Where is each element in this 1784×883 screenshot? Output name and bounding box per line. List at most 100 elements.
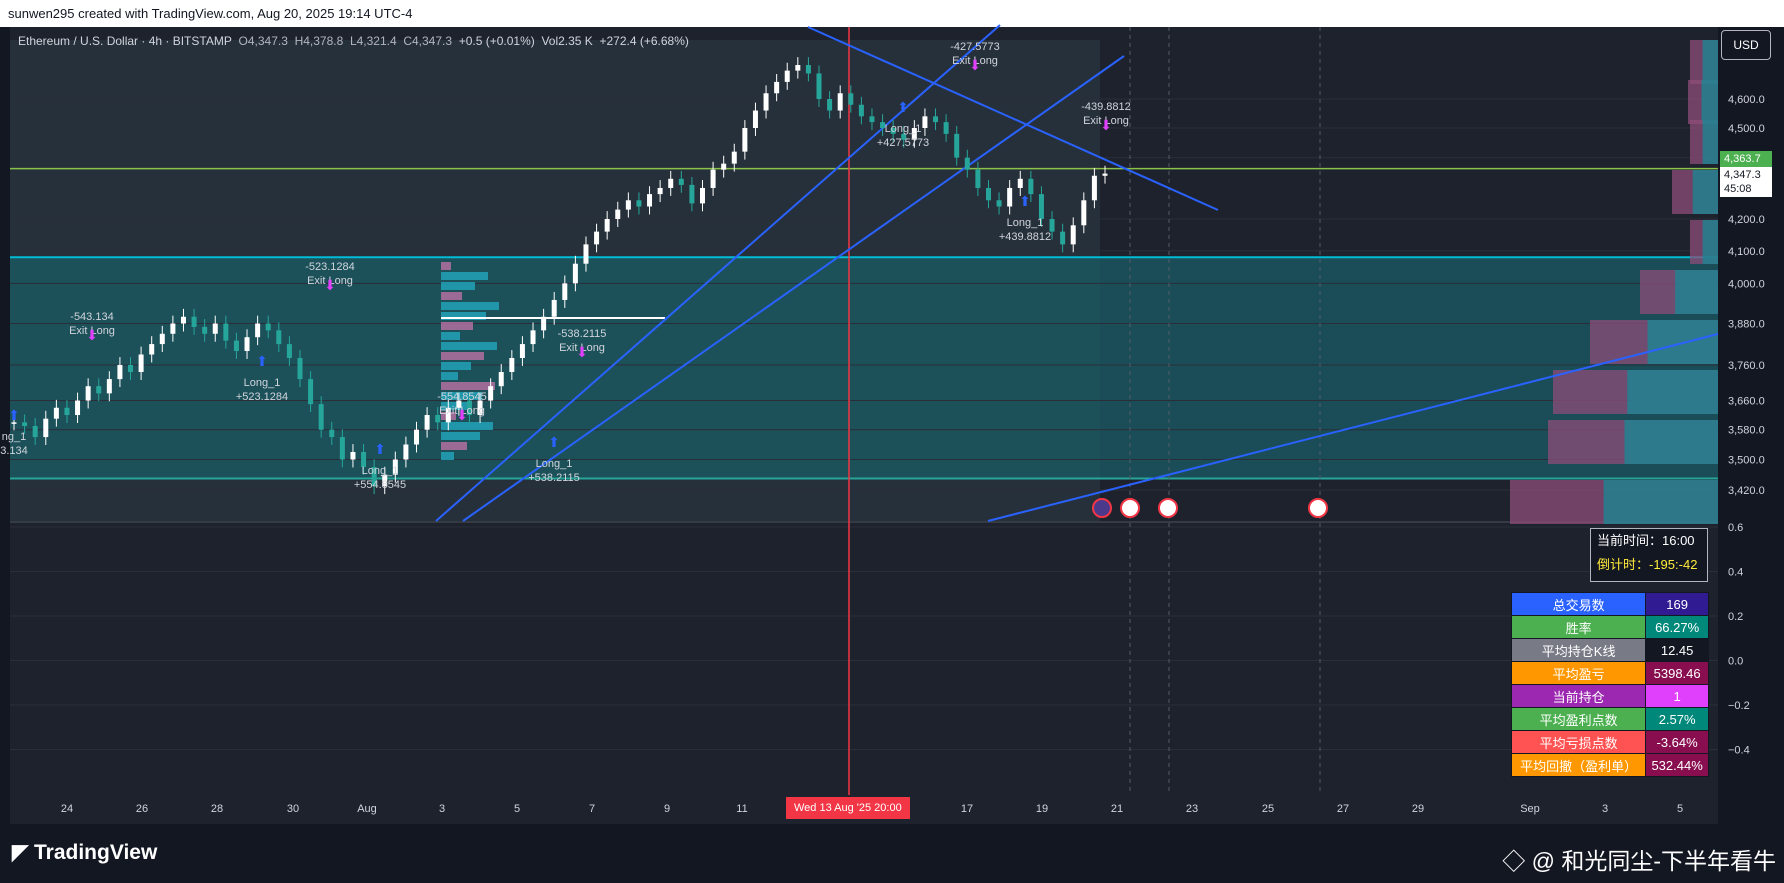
candle-body [964,157,970,170]
volume-profile-bar [1702,120,1718,164]
candle-body [350,451,356,460]
candle-body [975,169,981,188]
trade-annotation: -538.2115 [558,328,607,340]
session-volume-bar [441,442,467,450]
candle-body [615,209,621,220]
candle-body [339,437,345,460]
countdown-tag: 45:08 [1720,181,1772,197]
y-tick-label: 4,000.0 [1728,278,1765,290]
stats-row: 胜率 66.27% [1510,615,1709,639]
candle-body [424,415,430,430]
us-flag-event-icon [1158,498,1178,518]
candle-body [1017,178,1023,188]
volume-profile-bar [1702,40,1718,84]
x-tick-label: 21 [1111,803,1123,815]
stats-row: 当前持仓 1 [1510,684,1709,708]
candle-body [117,364,123,380]
candle-body [170,323,176,334]
candle-body [191,316,197,327]
trade-annotation: -543.134 [70,311,113,323]
stats-value: -3.64% [1645,730,1709,754]
session-volume-bar [441,282,475,290]
low-value: L4,321.4 [349,34,397,48]
trade-annotation: Long_1 [1007,217,1044,229]
ohlc-legend: Ethereum / U.S. Dollar · 4h · BITSTAMP O… [18,34,689,48]
candle-body [32,426,38,438]
watermark: ◇ @ 和光同尘-下半年看牛 [1502,842,1776,876]
stats-value: 12.45 [1645,638,1709,662]
candle-body [858,104,864,117]
candle-body [1102,173,1108,176]
volume-value: Vol2.35 K [541,34,593,48]
x-tick-label: 5 [514,803,520,815]
x-tick-label: 28 [211,803,223,815]
candle-body [276,330,282,345]
candle-body [96,386,102,394]
candle-body [43,418,49,438]
symbol-label[interactable]: Ethereum / U.S. Dollar · 4h · BITSTAMP [18,34,232,48]
y-tick-label: 3,500.0 [1728,454,1765,466]
candle-body [933,116,939,123]
candle-body [710,169,716,188]
countdown-label: 倒计时：-195:-42 [1597,557,1698,572]
diamond-icon: ◇ [1502,848,1526,874]
trade-annotation: Long_1 [885,123,922,135]
volume-profile-bar [1675,270,1718,314]
trade-annotation: Long_1 [244,377,281,389]
candle-body [519,344,525,358]
trade-annotation: -523.1284 [305,261,355,273]
candle-body [128,364,134,373]
indicator-tick-label: 0.0 [1728,656,1743,668]
candle-body [149,344,155,355]
x-tick-label: Sep [1520,803,1540,815]
candle-body [244,337,250,352]
trade-annotation: -427.5773 [950,41,1000,53]
y-tick-label: 4,500.0 [1728,123,1765,135]
stats-label: 平均回撤（盈利单） [1510,753,1647,777]
change-value: +0.5 (+0.01%) [458,34,535,48]
stats-label: 平均持仓K线 [1510,638,1647,662]
open-value: O4,347.3 [238,34,288,48]
y-tick-label: 4,200.0 [1728,214,1765,226]
trade-annotation: -439.8812 [1081,101,1131,113]
candle-body [212,323,218,334]
candle-body [297,357,303,380]
lightning-event-icon [1092,498,1112,518]
candle-body [318,404,324,430]
candle-body [572,263,578,284]
session-volume-bar [441,342,497,350]
us-flag-event-icon [1308,498,1328,518]
trade-annotation: +439.8812 [999,231,1051,243]
tradingview-logo-icon: ◤ [12,841,29,864]
tradingview-logo[interactable]: ◤ TradingView [12,840,157,865]
stats-value: 169 [1645,592,1709,616]
long-arrow-icon: ⬆ [8,408,20,424]
candle-body [1028,178,1034,195]
candle-body [1060,231,1066,245]
exit-arrow-icon: ⬇ [456,408,468,424]
trade-annotation: +523.1284 [236,391,288,403]
green-price-tag: 4,363.7 [1720,151,1772,167]
currency-button[interactable]: USD [1721,30,1771,60]
candle-body [562,283,568,300]
candle-body [869,116,875,123]
session-volume-bar [441,322,473,330]
candle-body [1081,200,1087,226]
indicator-tick-label: 0.2 [1728,611,1743,623]
trade-annotation: +427.5773 [877,137,929,149]
candle-body [255,323,261,338]
stats-value: 2.57% [1645,707,1709,731]
x-tick-label: 3 [1602,803,1608,815]
y-tick-label: 3,880.0 [1728,319,1765,331]
us-flag-event-icon [1120,498,1140,518]
stats-value: 5398.46 [1645,661,1709,685]
x-tick-label: 30 [287,803,299,815]
candle-body [827,99,833,111]
candle-body [742,127,748,152]
x-tick-label: 11 [736,803,747,815]
candle-body [583,244,589,264]
candle-body [647,194,653,207]
x-tick-label: 5 [1677,803,1683,815]
volume-profile-bar [1692,170,1718,214]
x-tick-label: 17 [961,803,973,815]
